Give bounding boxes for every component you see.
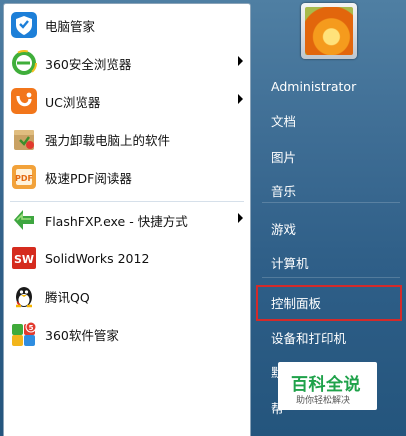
right-separator <box>262 277 400 278</box>
watermark-title: 百科全说 <box>291 375 361 395</box>
program-item-360-browser[interactable]: 360安全浏览器 <box>5 44 249 82</box>
program-label: UC浏览器 <box>45 94 101 110</box>
right-item-computer[interactable]: 计算机 <box>258 246 402 278</box>
360-browser-icon <box>9 48 39 78</box>
programs-pane: 电脑管家 360安全浏览器 UC浏览器 强力卸载电脑上的软件 PDF 极速PDF… <box>3 3 251 436</box>
right-item-devices-printers[interactable]: 设备和打印机 <box>258 321 402 353</box>
program-item-360-software-manager[interactable]: 5 360软件管家 <box>5 315 249 353</box>
program-item-uc-browser[interactable]: UC浏览器 <box>5 82 249 120</box>
program-item-flashfxp[interactable]: FlashFXP.exe - 快捷方式 <box>5 201 249 239</box>
svg-text:5: 5 <box>29 324 34 332</box>
program-item-solidworks[interactable]: SW SolidWorks 2012 <box>5 239 249 277</box>
control-panel-highlight-box <box>256 285 402 321</box>
program-label: 电脑管家 <box>45 18 96 34</box>
program-label: FlashFXP.exe - 快捷方式 <box>45 213 188 229</box>
right-item-label: 游戏 <box>271 221 297 237</box>
qq-penguin-icon <box>9 281 39 311</box>
program-label: 360软件管家 <box>45 327 119 343</box>
program-item-pdf-reader[interactable]: PDF 极速PDF阅读器 <box>5 158 249 196</box>
program-item-tencent-pc-manager[interactable]: 电脑管家 <box>5 6 249 44</box>
program-item-uninstaller[interactable]: 强力卸载电脑上的软件 <box>5 120 249 158</box>
svg-text:SW: SW <box>14 253 34 266</box>
uninstaller-icon <box>9 124 39 154</box>
right-separator <box>262 202 400 203</box>
program-label: 强力卸载电脑上的软件 <box>45 132 171 148</box>
start-menu: 电脑管家 360安全浏览器 UC浏览器 强力卸载电脑上的软件 PDF 极速PDF… <box>0 0 406 436</box>
program-label: 极速PDF阅读器 <box>45 170 132 186</box>
baike-watermark: 百科全说 助你轻松解决 <box>278 362 377 410</box>
user-avatar[interactable] <box>301 3 357 59</box>
program-label: SolidWorks 2012 <box>45 250 150 266</box>
right-item-games[interactable]: 游戏 <box>258 212 402 244</box>
uc-browser-icon <box>9 86 39 116</box>
right-item-documents[interactable]: 文档 <box>258 104 402 136</box>
right-item-label: 音乐 <box>271 183 297 199</box>
program-item-qq[interactable]: 腾讯QQ <box>5 277 249 315</box>
right-item-label: 设备和打印机 <box>271 330 347 346</box>
right-item-label: 计算机 <box>271 255 309 271</box>
submenu-arrow-icon <box>238 213 243 223</box>
right-item-user[interactable]: Administrator <box>258 70 402 102</box>
flashfxp-icon <box>9 205 39 235</box>
tencent-pc-manager-icon <box>9 10 39 40</box>
svg-text:PDF: PDF <box>15 174 33 183</box>
program-label: 360安全浏览器 <box>45 56 132 72</box>
pdf-reader-icon: PDF <box>9 162 39 192</box>
watermark-subtitle: 助你轻松解决 <box>296 396 351 406</box>
360-software-manager-icon: 5 <box>9 319 39 349</box>
program-label: 腾讯QQ <box>45 289 90 305</box>
right-item-pictures[interactable]: 图片 <box>258 140 402 172</box>
submenu-arrow-icon <box>238 94 243 104</box>
submenu-arrow-icon <box>238 56 243 66</box>
right-item-label: 文档 <box>271 113 297 129</box>
right-item-label: 图片 <box>271 149 297 165</box>
solidworks-icon: SW <box>9 243 39 273</box>
user-name: Administrator <box>271 78 357 94</box>
